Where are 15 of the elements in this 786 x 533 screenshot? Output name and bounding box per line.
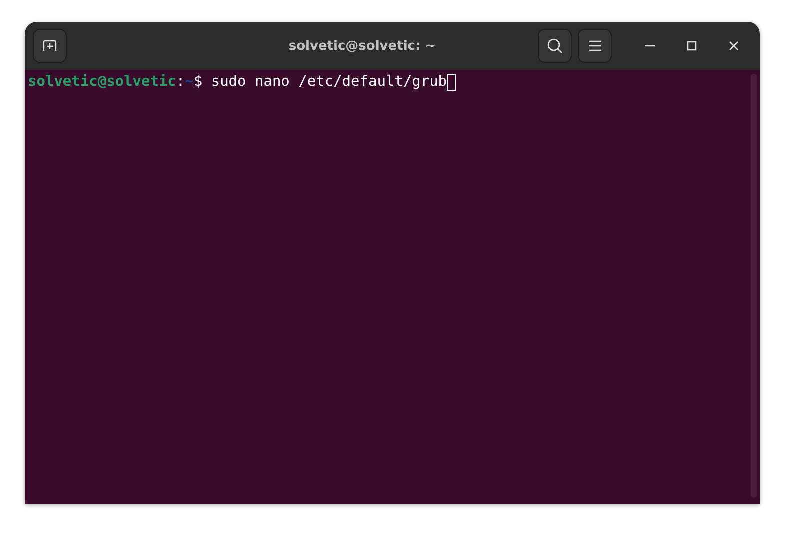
- window-title: solvetic@solvetic: ~: [288, 38, 438, 54]
- maximize-icon: [687, 41, 697, 51]
- menu-icon: [588, 40, 602, 52]
- menu-button[interactable]: [578, 29, 612, 63]
- search-button[interactable]: [538, 29, 572, 63]
- new-tab-button[interactable]: [33, 29, 67, 63]
- prompt-separator: :: [176, 74, 186, 90]
- prompt-symbol: $: [194, 74, 203, 90]
- minimize-icon: [645, 45, 655, 47]
- prompt-user-host: solvetic@solvetic: [28, 74, 176, 90]
- close-icon: [729, 41, 739, 51]
- new-tab-icon: [43, 40, 57, 52]
- prompt-path: ~: [185, 74, 194, 90]
- command-text: sudo nano /etc/default/grub: [210, 74, 448, 90]
- search-icon: [547, 38, 563, 54]
